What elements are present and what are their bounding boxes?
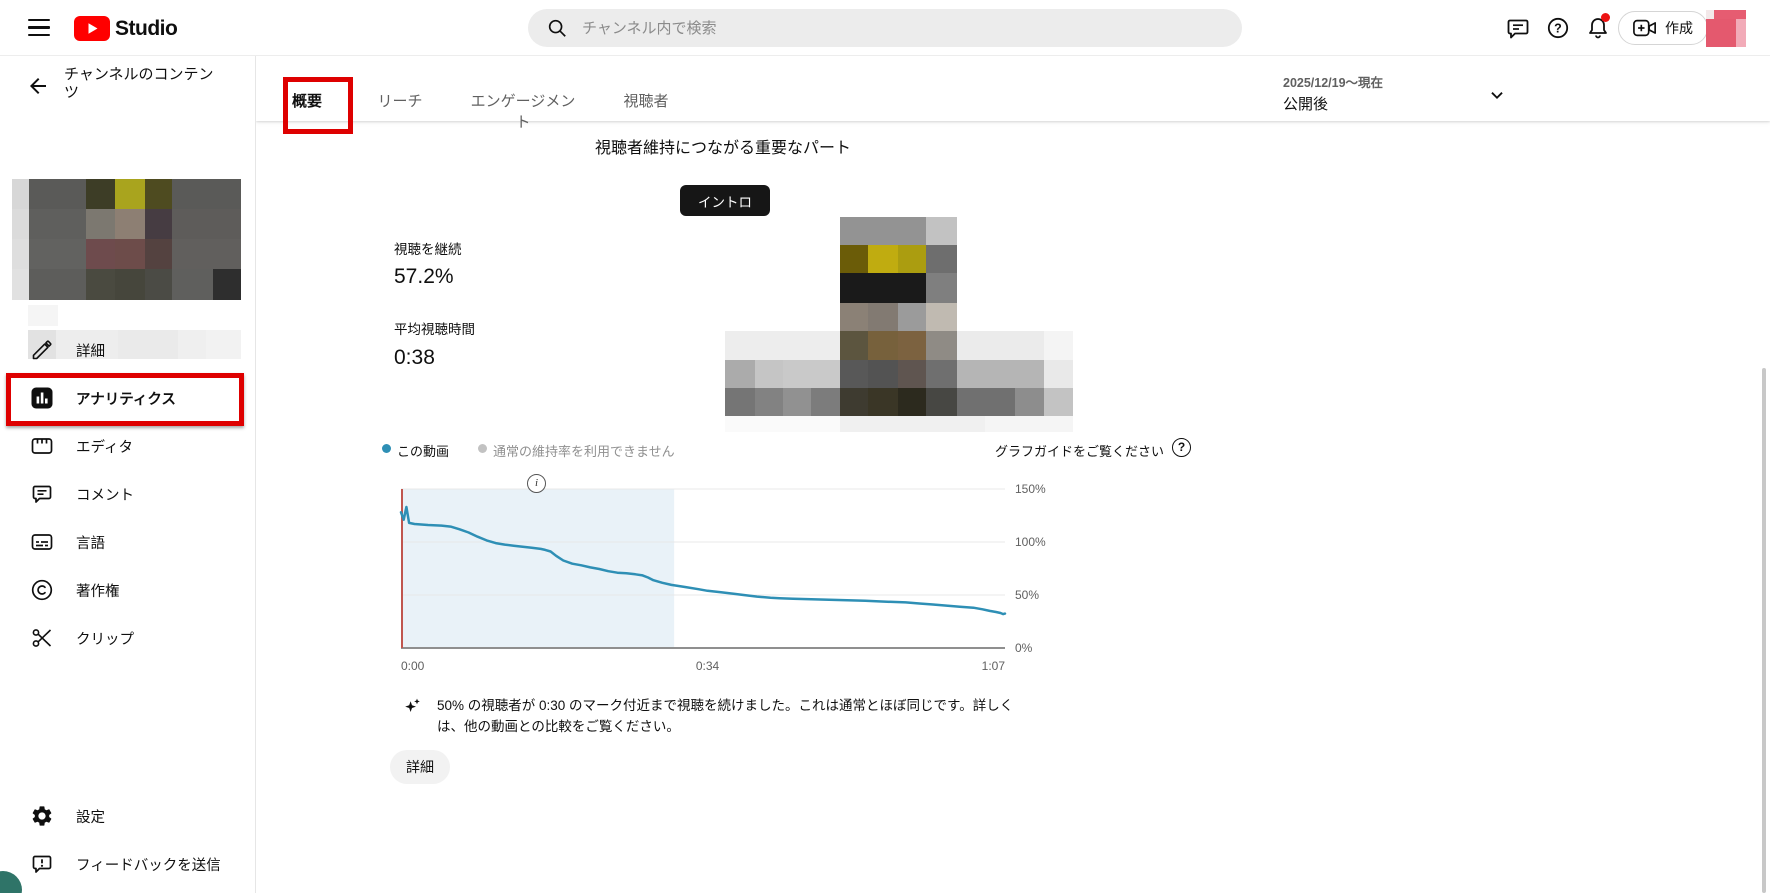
create-button-label: 作成 xyxy=(1665,18,1693,38)
svg-text:?: ? xyxy=(1554,22,1562,36)
details-button[interactable]: 詳細 xyxy=(390,750,450,784)
sidebar-item-settings[interactable]: 設定 xyxy=(0,792,255,840)
sidebar-item-label: 著作権 xyxy=(76,580,120,601)
panel-title: 視聴者維持につながる重要なパート xyxy=(390,134,1056,158)
tab-reach[interactable]: リーチ xyxy=(374,90,426,112)
sidebar-item-editor[interactable]: エディタ xyxy=(0,422,255,470)
comments-icon xyxy=(30,482,54,506)
stat-value-avg-duration: 0:38 xyxy=(394,346,435,370)
chart-legend: この動画 通常の維持率を利用できません グラフガイドをご覧ください ? xyxy=(394,440,1312,460)
svg-text:50%: 50% xyxy=(1015,588,1039,602)
studio-logo[interactable]: Studio xyxy=(74,16,177,41)
svg-text:100%: 100% xyxy=(1015,535,1046,549)
legend-dot-this-video xyxy=(382,444,391,453)
editor-icon xyxy=(30,434,54,458)
sidebar-item-label: 言語 xyxy=(76,532,105,553)
sidebar-item-copyright[interactable]: 著作権 xyxy=(0,566,255,614)
sidebar-item-subtitles[interactable]: 言語 xyxy=(0,518,255,566)
studio-logo-text: Studio xyxy=(115,17,177,41)
hamburger-menu-icon[interactable] xyxy=(28,19,50,37)
sidebar-item-label: 設定 xyxy=(76,806,105,827)
youtube-play-icon xyxy=(74,16,110,41)
notifications-icon[interactable] xyxy=(1586,16,1610,40)
intro-badge: イントロ xyxy=(680,185,770,216)
sidebar-item-feedback[interactable]: フィードバックを送信 xyxy=(0,840,255,888)
legend-label-typical: 通常の維持率を利用できません xyxy=(493,441,675,460)
sidebar: チャンネルのコンテンツ 詳細 アナリティクス xyxy=(0,56,256,893)
tab-audience[interactable]: 視聴者 xyxy=(620,90,672,112)
feedback-icon xyxy=(30,852,54,876)
subtitles-icon xyxy=(30,530,54,554)
sidebar-item-analytics[interactable]: アナリティクス xyxy=(0,374,255,422)
chevron-down-icon xyxy=(1486,84,1508,106)
sidebar-item-clips[interactable]: クリップ xyxy=(0,614,255,662)
svg-text:0:00: 0:00 xyxy=(401,659,425,673)
create-video-icon xyxy=(1633,17,1657,39)
pencil-icon xyxy=(30,338,54,362)
channel-avatar[interactable] xyxy=(1706,10,1746,47)
analytics-icon xyxy=(30,386,54,410)
vertical-scrollbar[interactable] xyxy=(1762,368,1766,893)
svg-text:150%: 150% xyxy=(1015,482,1046,496)
video-thumbnail xyxy=(12,179,241,300)
notification-dot xyxy=(1601,13,1610,22)
sidebar-title: チャンネルのコンテンツ xyxy=(64,66,214,102)
sidebar-item-label: 詳細 xyxy=(76,340,105,361)
sidebar-item-label: フィードバックを送信 xyxy=(76,854,221,875)
info-icon[interactable]: i xyxy=(527,474,546,493)
sidebar-item-label: エディタ xyxy=(76,436,133,457)
sidebar-item-comments[interactable]: コメント xyxy=(0,470,255,518)
sidebar-item-label: アナリティクス xyxy=(76,388,176,409)
search-icon xyxy=(546,17,568,39)
help-icon[interactable]: ? xyxy=(1546,16,1570,40)
tab-engagement[interactable]: エンゲージメント xyxy=(467,90,579,112)
top-app-bar: Studio ? xyxy=(0,0,1770,56)
svg-text:0%: 0% xyxy=(1015,641,1033,655)
copyright-icon xyxy=(30,578,54,602)
date-range-selector[interactable]: 2025/12/19～現在 公開後 xyxy=(1283,72,1508,116)
key-moments-panel: 視聴者維持につながる重要なパート イントロ 視聴を継続 57.2% 平均視聴時間… xyxy=(256,121,1762,893)
search-input[interactable] xyxy=(582,20,1182,37)
back-arrow-icon[interactable] xyxy=(26,74,50,98)
sparkle-icon xyxy=(402,697,422,717)
retention-chart-svg: 150% 100% 50% 0% 0:00 0:34 1:07 xyxy=(376,478,1066,678)
legend-label-this-video: この動画 xyxy=(397,441,449,460)
youtube-studio-app: Studio ? xyxy=(0,0,1770,893)
video-frame-pixelated xyxy=(840,217,957,331)
date-range-text: 2025/12/19～現在 xyxy=(1283,72,1508,91)
svg-text:0:34: 0:34 xyxy=(696,659,720,673)
legend-dot-typical xyxy=(478,444,487,453)
settings-icon xyxy=(30,804,54,828)
comments-topbar-icon[interactable] xyxy=(1506,16,1530,40)
sidebar-item-details[interactable]: 詳細 xyxy=(0,326,255,374)
help-circle-icon[interactable]: ? xyxy=(1172,438,1191,457)
stat-label-avg-duration: 平均視聴時間 xyxy=(394,318,475,338)
video-title-placeholder xyxy=(28,305,58,326)
search-bar[interactable] xyxy=(528,9,1242,47)
scissors-icon xyxy=(30,626,54,650)
video-frame-strip-pixelated xyxy=(725,331,1073,432)
stat-value-stayed: 57.2% xyxy=(394,265,454,289)
sidebar-item-label: クリップ xyxy=(76,628,134,649)
tab-overview[interactable]: 概要 xyxy=(284,90,330,112)
retention-chart[interactable]: 150% 100% 50% 0% 0:00 0:34 1:07 xyxy=(376,478,1066,678)
sidebar-item-label: コメント xyxy=(76,484,134,505)
insight-text: 50% の視聴者が 0:30 のマーク付近まで視聴を続けました。これは通常とほぼ… xyxy=(437,695,1037,737)
svg-text:1:07: 1:07 xyxy=(982,659,1006,673)
graph-guide-link[interactable]: グラフガイドをご覧ください xyxy=(864,441,1164,460)
create-button[interactable]: 作成 xyxy=(1618,11,1708,45)
stat-label-stayed: 視聴を継続 xyxy=(394,238,462,258)
date-mode-text: 公開後 xyxy=(1283,93,1508,114)
